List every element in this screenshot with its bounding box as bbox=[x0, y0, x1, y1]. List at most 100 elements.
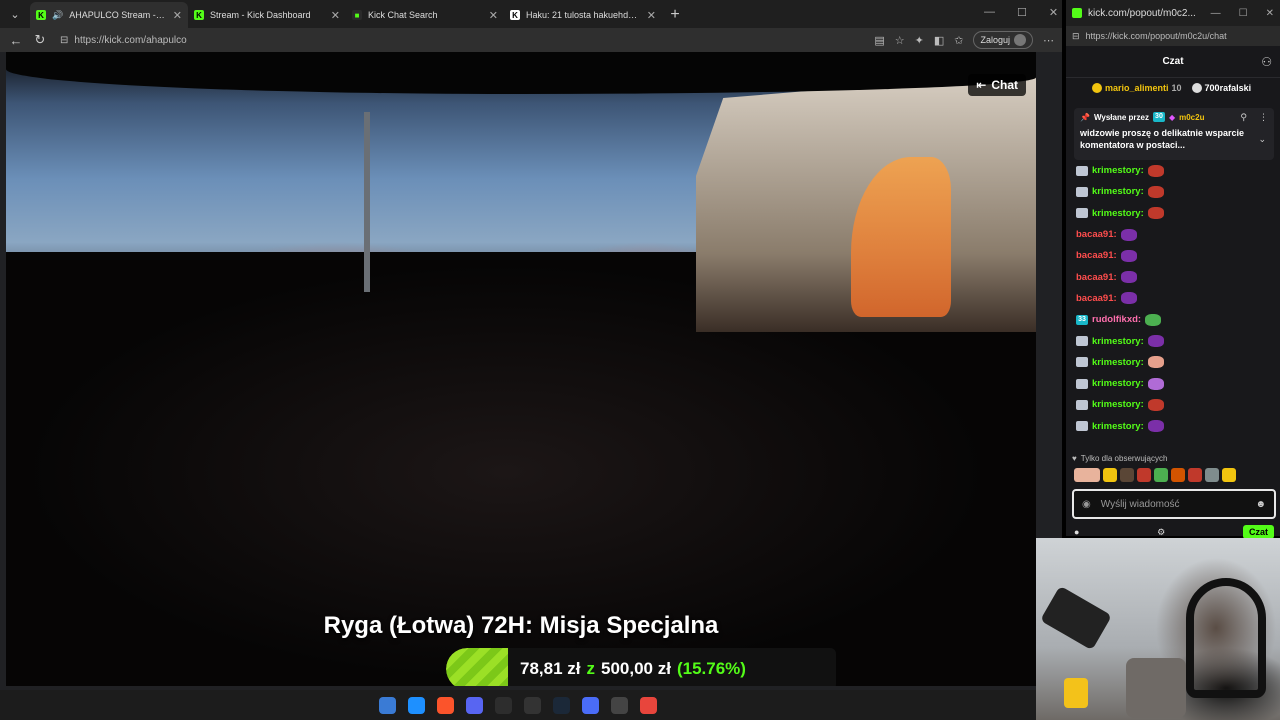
tab-search-results[interactable]: K Haku: 21 tulosta hakuehdolla "lipp ✕ bbox=[504, 2, 662, 28]
emote-item[interactable] bbox=[1222, 468, 1236, 482]
tab-chat-search[interactable]: ■ Kick Chat Search ✕ bbox=[346, 2, 504, 28]
emote-item[interactable] bbox=[1120, 468, 1134, 482]
site-info-icon[interactable]: ⊟ bbox=[1072, 31, 1080, 42]
chat-toggle-button[interactable]: ⇤ Chat bbox=[968, 74, 1026, 96]
pinned-author: m0c2u bbox=[1179, 112, 1205, 122]
url-field[interactable]: ⊟ https://kick.com/ahapulco bbox=[60, 31, 187, 49]
users-icon[interactable]: ⚇ bbox=[1261, 55, 1272, 69]
chat-message: krimestory: bbox=[1076, 416, 1272, 437]
emote-icon bbox=[1147, 356, 1164, 369]
minimize-icon[interactable]: — bbox=[984, 6, 995, 19]
heart-icon: ♥ bbox=[1072, 454, 1077, 463]
chevron-down-icon[interactable]: ⌄ bbox=[1258, 134, 1266, 145]
extensions-icon[interactable]: ✦ bbox=[915, 34, 924, 47]
site-info-icon[interactable]: ⊟ bbox=[60, 35, 68, 46]
close-icon[interactable]: ✕ bbox=[173, 9, 182, 22]
emote-item[interactable] bbox=[1171, 468, 1185, 482]
moderator-badge-icon bbox=[1076, 421, 1088, 432]
favorite-star-icon[interactable]: ☆ bbox=[895, 34, 905, 47]
app-icon[interactable] bbox=[495, 696, 512, 714]
reload-button[interactable]: ↻ bbox=[28, 28, 52, 52]
coin-icon bbox=[1191, 83, 1202, 93]
favorites-icon[interactable]: ✩ bbox=[954, 34, 963, 47]
chat-message: bacaa91: bbox=[1076, 266, 1272, 287]
chat-username[interactable]: krimestory: bbox=[1092, 208, 1144, 219]
chat-toggle-icon: ⇤ bbox=[976, 78, 987, 92]
back-button[interactable]: ← bbox=[4, 28, 28, 52]
emote-icon bbox=[1147, 377, 1164, 390]
epic-icon[interactable] bbox=[524, 696, 541, 714]
goal-current: 78,81 zł bbox=[520, 659, 581, 678]
emoji-icon[interactable]: ☻ bbox=[1255, 499, 1266, 510]
emote-item[interactable] bbox=[1074, 468, 1100, 482]
chat-send-button[interactable]: Czat bbox=[1242, 525, 1274, 539]
top-gifters: mario_alimenti 10 700rafalski bbox=[1066, 78, 1280, 98]
chat-username[interactable]: bacaa91: bbox=[1076, 293, 1117, 304]
app2-icon[interactable] bbox=[582, 696, 599, 714]
points-icon[interactable]: ● bbox=[1074, 527, 1079, 537]
tab-title: Kick Chat Search bbox=[368, 10, 438, 20]
tab-list-button[interactable]: ⌄ bbox=[0, 0, 30, 28]
gifter-1[interactable]: mario_alimenti 10 bbox=[1092, 83, 1182, 93]
close-icon[interactable]: ✕ bbox=[331, 9, 340, 22]
close-icon[interactable]: ✕ bbox=[647, 9, 656, 22]
toolbar-icons: ▤ ☆ ✦ ◧ ✩ Zaloguj ⋯ bbox=[874, 28, 1054, 52]
followers-only-text: Tylko dla obserwujących bbox=[1080, 454, 1168, 463]
edge-icon[interactable] bbox=[408, 696, 425, 714]
more-icon[interactable]: ⋮ bbox=[1259, 112, 1268, 123]
chat-username[interactable]: krimestory: bbox=[1092, 378, 1144, 389]
gifter-count: 10 bbox=[1171, 83, 1182, 93]
emote-icon bbox=[1120, 228, 1137, 241]
coin-icon bbox=[1092, 83, 1102, 93]
gifter-2[interactable]: 700rafalski bbox=[1191, 83, 1251, 93]
moderator-badge-icon bbox=[1076, 208, 1088, 219]
chat-username[interactable]: krimestory: bbox=[1092, 336, 1144, 347]
discord-icon[interactable] bbox=[466, 696, 483, 714]
emote-quick-bar bbox=[1074, 468, 1236, 482]
chat-username[interactable]: krimestory: bbox=[1092, 399, 1144, 410]
new-tab-button[interactable]: + bbox=[662, 2, 688, 28]
chat-username[interactable]: krimestory: bbox=[1092, 357, 1144, 368]
chrome-icon[interactable] bbox=[640, 696, 657, 714]
chat-username[interactable]: krimestory: bbox=[1092, 165, 1144, 176]
chat-username[interactable]: bacaa91: bbox=[1076, 250, 1117, 261]
chat-username[interactable]: bacaa91: bbox=[1076, 272, 1117, 283]
chat-message: bacaa91: bbox=[1076, 224, 1272, 245]
chat-username[interactable]: krimestory: bbox=[1092, 421, 1144, 432]
minimize-icon[interactable]: — bbox=[1211, 8, 1221, 19]
video-player[interactable]: ⇤ Chat Ryga (Łotwa) 72H: Misja Specjalna… bbox=[6, 52, 1036, 686]
maximize-icon[interactable]: ☐ bbox=[1239, 8, 1248, 19]
emote-item[interactable] bbox=[1205, 468, 1219, 482]
chat-username[interactable]: krimestory: bbox=[1092, 186, 1144, 197]
chat-username[interactable]: bacaa91: bbox=[1076, 229, 1117, 240]
emote-item[interactable] bbox=[1137, 468, 1151, 482]
chat-message-input[interactable]: ◉ Wyślij wiadomość ☻ bbox=[1072, 489, 1276, 519]
pinned-text: widzowie proszę o delikatnie wsparcie ko… bbox=[1080, 128, 1245, 150]
windows-icon[interactable] bbox=[379, 696, 396, 714]
brave-icon[interactable] bbox=[437, 696, 454, 714]
steam-icon[interactable] bbox=[553, 696, 570, 714]
settings-icon[interactable]: ⚙ bbox=[1157, 527, 1165, 538]
chat-username[interactable]: rudolfikxd: bbox=[1092, 314, 1141, 325]
close-window-icon[interactable]: ✕ bbox=[1049, 6, 1058, 19]
popout-url-bar: ⊟ https://kick.com/popout/m0c2u/chat bbox=[1066, 26, 1280, 46]
unpin-icon[interactable]: ⚲ bbox=[1240, 112, 1247, 123]
tab-title: AHAPULCO Stream - Watch Li bbox=[69, 10, 167, 20]
more-icon[interactable]: ⋯ bbox=[1043, 34, 1054, 47]
reader-icon[interactable]: ▤ bbox=[874, 34, 884, 47]
split-screen-icon[interactable]: ◧ bbox=[934, 34, 944, 47]
emote-icon bbox=[1145, 313, 1162, 326]
login-button[interactable]: Zaloguj bbox=[973, 31, 1033, 49]
obs-icon[interactable] bbox=[611, 696, 628, 714]
close-icon[interactable]: ✕ bbox=[489, 9, 498, 22]
emote-item[interactable] bbox=[1188, 468, 1202, 482]
maximize-icon[interactable]: ☐ bbox=[1017, 6, 1027, 19]
pinned-controls: ⚲ ⋮ bbox=[1240, 112, 1268, 123]
emote-item[interactable] bbox=[1154, 468, 1168, 482]
sub-badge: 30 bbox=[1152, 112, 1165, 122]
close-window-icon[interactable]: ✕ bbox=[1266, 8, 1274, 19]
emote-icon bbox=[1147, 207, 1164, 220]
tab-ahapulco[interactable]: K 🔊 AHAPULCO Stream - Watch Li ✕ bbox=[30, 2, 188, 28]
emote-item[interactable] bbox=[1103, 468, 1117, 482]
tab-dashboard[interactable]: K Stream - Kick Dashboard ✕ bbox=[188, 2, 346, 28]
